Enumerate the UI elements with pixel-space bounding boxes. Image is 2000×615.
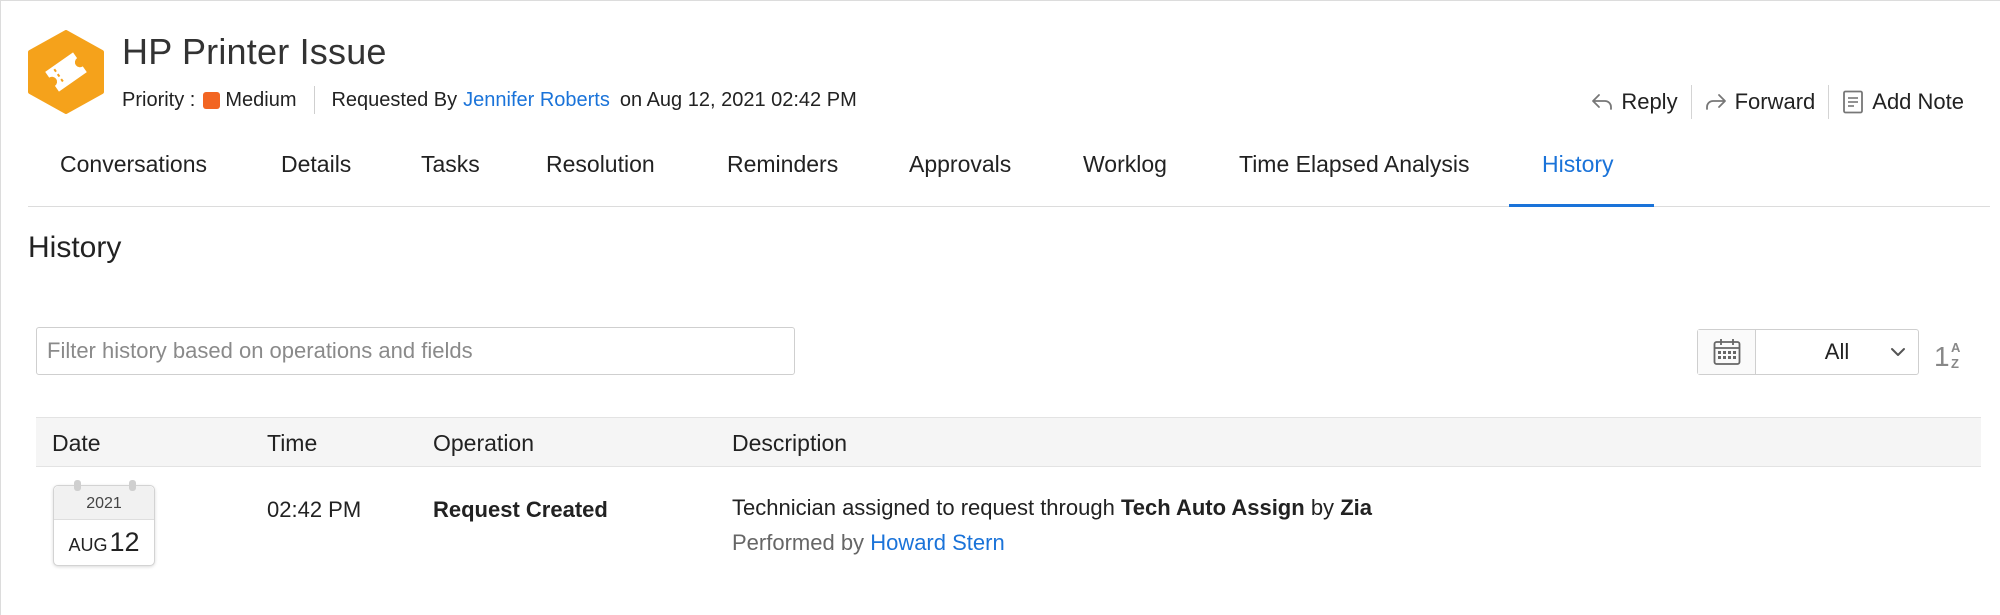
history-table-header: Date Time Operation Description	[36, 417, 1981, 467]
note-icon	[1843, 90, 1864, 114]
priority-value: Medium	[225, 88, 297, 111]
performed-by-link[interactable]: Howard Stern	[870, 530, 1005, 555]
column-header-time[interactable]: Time	[267, 430, 317, 457]
date-month: AUG	[68, 535, 108, 555]
calendar-button[interactable]	[1698, 330, 1756, 374]
reply-label: Reply	[1621, 89, 1678, 114]
row-performed-by: Performed by Howard Stern	[732, 530, 1005, 556]
requested-by-label: Requested By	[331, 88, 458, 111]
ticket-icon	[28, 30, 104, 114]
add-note-button[interactable]: Add Note	[1842, 89, 1964, 115]
chevron-down-icon	[1891, 348, 1905, 356]
tab-details[interactable]: Details	[281, 151, 351, 178]
action-divider	[1690, 85, 1692, 119]
svg-text:1: 1	[1934, 341, 1950, 371]
date-range-filter: All	[1697, 329, 1919, 375]
active-tab-indicator	[1509, 204, 1654, 207]
request-meta: Priority : Medium Requested By Jennifer …	[122, 86, 857, 114]
forward-label: Forward	[1734, 89, 1816, 114]
tab-tasks[interactable]: Tasks	[421, 151, 480, 178]
column-header-description[interactable]: Description	[732, 430, 847, 457]
toolbar-actions: Reply Forward Add Note	[1591, 85, 1964, 119]
description-technician-source: Tech Auto Assign	[1120, 495, 1305, 520]
calendar-ring	[129, 480, 136, 491]
tab-time-elapsed-analysis[interactable]: Time Elapsed Analysis	[1239, 151, 1470, 178]
forward-icon	[1705, 94, 1726, 110]
tab-resolution[interactable]: Resolution	[546, 151, 655, 178]
requester-link[interactable]: Jennifer Roberts	[463, 89, 610, 112]
reply-button[interactable]: Reply	[1591, 89, 1678, 115]
column-header-operation[interactable]: Operation	[433, 430, 534, 457]
tab-bar: Conversations Details Tasks Resolution R…	[28, 141, 1990, 207]
tab-approvals[interactable]: Approvals	[909, 151, 1011, 178]
date-badge: 2021 AUG12	[53, 480, 155, 569]
performed-by-label: Performed by	[732, 530, 865, 555]
description-actor: Zia	[1340, 495, 1372, 520]
add-note-label: Add Note	[1872, 89, 1964, 114]
row-operation: Request Created	[433, 497, 608, 522]
svg-text:A: A	[1951, 340, 1961, 355]
date-month-day: AUG12	[54, 520, 154, 569]
tab-worklog[interactable]: Worklog	[1083, 151, 1167, 178]
tab-history[interactable]: History	[1542, 151, 1614, 178]
tab-conversations[interactable]: Conversations	[60, 151, 207, 178]
calendar-ring	[74, 480, 81, 491]
date-day: 12	[109, 527, 140, 557]
reply-icon	[1592, 94, 1613, 110]
tab-reminders[interactable]: Reminders	[727, 151, 838, 178]
action-divider	[1828, 85, 1830, 119]
description-text: Technician assigned to request through	[732, 495, 1115, 520]
section-title: History	[28, 231, 122, 264]
priority-label: Priority :	[122, 88, 196, 111]
sort-order-icon[interactable]: 1 A Z	[1933, 337, 1967, 371]
svg-text:Z: Z	[1951, 356, 1959, 371]
request-details-panel: HP Printer Issue Priority : Medium Reque…	[0, 0, 2000, 615]
requested-date: on Aug 12, 2021 02:42 PM	[619, 88, 857, 111]
forward-button[interactable]: Forward	[1705, 89, 1816, 115]
row-time: 02:42 PM	[267, 497, 362, 522]
page-title: HP Printer Issue	[122, 31, 387, 72]
date-filter-value: All	[1824, 339, 1850, 364]
row-description: Technician assigned to request through T…	[732, 495, 1372, 521]
history-filter-input[interactable]	[36, 327, 795, 375]
date-filter-select[interactable]: All	[1756, 330, 1918, 374]
calendar-icon	[1713, 339, 1740, 365]
meta-divider	[314, 86, 316, 114]
column-header-date[interactable]: Date	[52, 430, 101, 457]
date-year: 2021	[54, 486, 154, 520]
priority-color-dot	[203, 91, 221, 109]
description-by: by	[1310, 495, 1335, 520]
